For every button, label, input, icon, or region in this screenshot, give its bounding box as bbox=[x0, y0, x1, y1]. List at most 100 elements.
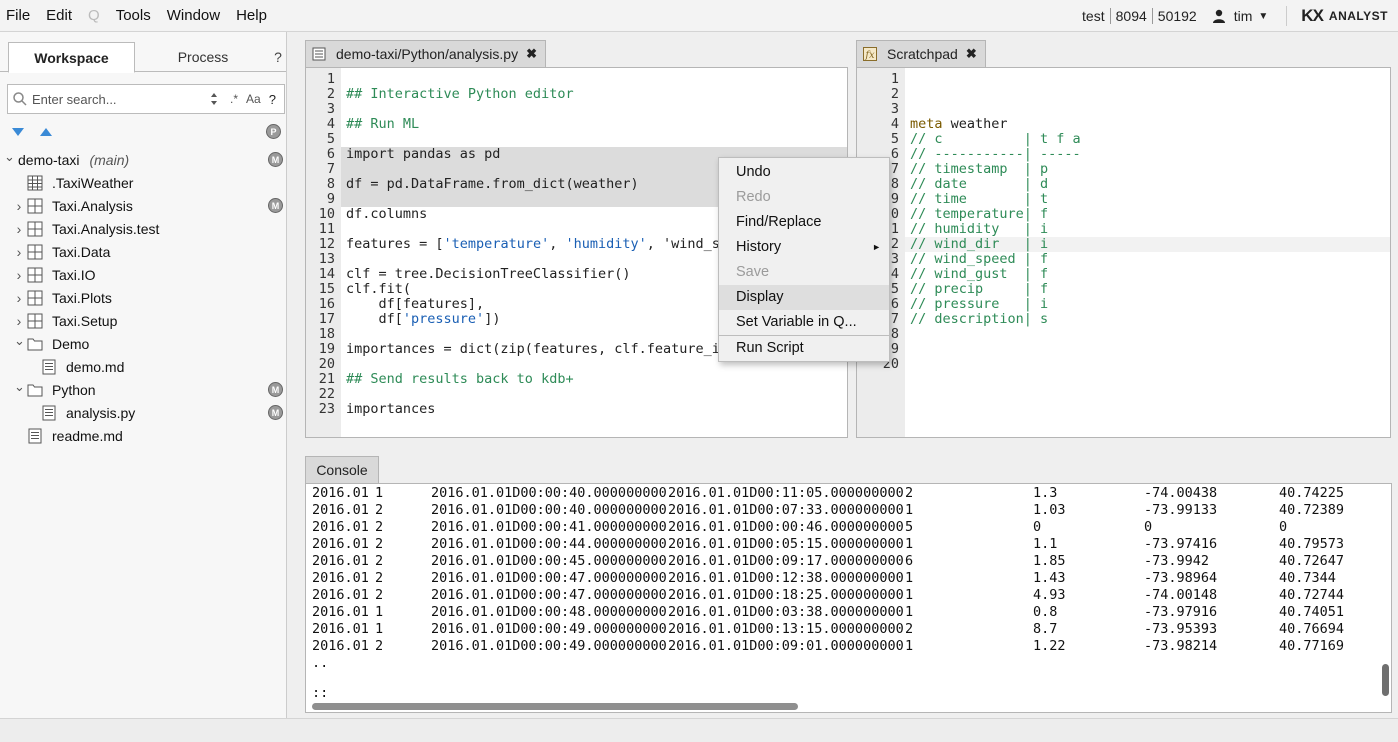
context-menu-label: Set Variable in Q... bbox=[736, 314, 857, 330]
console-cell: 40.74051 bbox=[1279, 604, 1345, 620]
module-icon bbox=[27, 221, 43, 237]
connection-port: 8094 bbox=[1111, 8, 1153, 24]
menu-edit[interactable]: Edit bbox=[38, 7, 80, 24]
tab-process[interactable]: Process bbox=[140, 42, 266, 73]
context-menu-item[interactable]: Set Variable in Q... bbox=[719, 310, 889, 335]
tree-item[interactable]: .TaxiWeather bbox=[0, 171, 287, 194]
code-editor[interactable]: 1 2 3 4 5 6 7 8 9 0 1 2 3 4 5 6 7 8 9 20 meta weather// c |… bbox=[856, 67, 1391, 438]
close-icon[interactable]: ✖ bbox=[526, 46, 537, 62]
context-menu-item[interactable]: Display bbox=[719, 285, 889, 310]
brand-logo: KX ANALYST bbox=[1286, 6, 1398, 26]
tree-item-label: Taxi.Analysis.test bbox=[52, 220, 160, 237]
console-rows: 2016.01 1 2016.01.01D00:00:40.000000000 201… bbox=[312, 485, 1379, 702]
tree-item[interactable]: ⌄ Demo bbox=[0, 332, 287, 355]
menu-bar: File Edit Q Tools Window Help test 8094 … bbox=[0, 0, 1398, 32]
tree-item-label: Python bbox=[52, 381, 96, 398]
console-cell: 2016.01.01D00:11:05.000000000 bbox=[668, 485, 904, 501]
user-menu[interactable]: tim ▼ bbox=[1202, 8, 1275, 24]
code-line: // time | t bbox=[910, 191, 1049, 207]
regex-toggle[interactable]: .* bbox=[230, 92, 238, 106]
line-number: 5 bbox=[326, 131, 335, 147]
code-content[interactable]: meta weather// c | t f a// -----------| … bbox=[910, 72, 1390, 372]
chevron-right-icon[interactable]: › bbox=[14, 244, 24, 260]
editor-tab-analysis-py[interactable]: demo-taxi/Python/analysis.py ✖ bbox=[305, 40, 546, 67]
console-cell: 1.22 bbox=[1033, 638, 1066, 654]
console-cell: 2016.01.01D00:00:49.000000000 bbox=[431, 621, 667, 637]
line-number: 6 bbox=[326, 146, 335, 162]
modified-badge: M bbox=[268, 152, 283, 167]
chevron-right-icon[interactable]: › bbox=[14, 221, 24, 237]
tree-item[interactable]: demo.md bbox=[0, 355, 287, 378]
menu-window[interactable]: Window bbox=[159, 7, 228, 24]
console-cell: 1 bbox=[905, 570, 914, 586]
chevron-down-icon[interactable]: ⌄ bbox=[14, 379, 25, 395]
menu-help[interactable]: Help bbox=[228, 7, 275, 24]
search-input[interactable] bbox=[28, 87, 210, 111]
close-icon[interactable]: ✖ bbox=[966, 46, 977, 62]
vertical-scrollbar[interactable] bbox=[1382, 664, 1389, 696]
console-cell: -73.99133 bbox=[1144, 502, 1218, 518]
tree-item[interactable]: ⌄ Python M bbox=[0, 378, 287, 401]
console-cell: 2016.01.01D00:00:40.000000000 bbox=[431, 485, 667, 501]
line-number: 23 bbox=[318, 401, 335, 417]
console-cell: 1 bbox=[375, 621, 384, 637]
tab-workspace[interactable]: Workspace bbox=[8, 42, 135, 73]
menu-q[interactable]: Q bbox=[80, 7, 108, 24]
menu-tools[interactable]: Tools bbox=[108, 7, 159, 24]
tree-item[interactable]: › Taxi.Plots bbox=[0, 286, 287, 309]
horizontal-scrollbar[interactable] bbox=[312, 703, 798, 710]
console-output[interactable]: 2016.01 1 2016.01.01D00:00:40.000000000 201… bbox=[305, 483, 1392, 713]
console-cell: 1.85 bbox=[1033, 553, 1066, 569]
svg-text:fx: fx bbox=[864, 50, 875, 61]
console-cell: 8.7 bbox=[1033, 621, 1058, 637]
console-cell: -73.97416 bbox=[1144, 536, 1218, 552]
tree-item[interactable]: › Taxi.Data bbox=[0, 240, 287, 263]
tree-item[interactable]: analysis.py M bbox=[0, 401, 287, 424]
case-toggle[interactable]: Aa bbox=[246, 92, 261, 106]
chevron-down-icon[interactable]: ⌄ bbox=[4, 149, 15, 165]
chevron-right-icon[interactable]: › bbox=[14, 198, 24, 214]
code-line: // timestamp | p bbox=[910, 161, 1049, 177]
console-cell: 2016.01.01D00:00:44.000000000 bbox=[431, 536, 667, 552]
line-gutter: 1 2 3 4 5 6 7 8 9 10 11 12 13 14 15 16 17 18 19 20 21 22 23 bbox=[306, 68, 341, 437]
tree-item[interactable]: › Taxi.Analysis.test bbox=[0, 217, 287, 240]
line-number: 17 bbox=[318, 311, 335, 327]
code-line: // date | d bbox=[910, 176, 1049, 192]
console-cell: 0 bbox=[1033, 519, 1042, 535]
context-menu-item[interactable]: Run Script bbox=[719, 336, 889, 361]
sidebar-help-button[interactable]: ? bbox=[270, 42, 286, 73]
context-menu-item[interactable]: Find/Replace bbox=[719, 210, 889, 235]
tree-item[interactable]: readme.md bbox=[0, 424, 287, 447]
tree-item-label: demo.md bbox=[66, 358, 125, 375]
search-help-button[interactable]: ? bbox=[269, 92, 276, 107]
tree-item[interactable]: › Taxi.Setup bbox=[0, 309, 287, 332]
console-cell: 40.76694 bbox=[1279, 621, 1345, 637]
chevron-right-icon[interactable]: › bbox=[14, 313, 24, 329]
sort-arrows-icon[interactable] bbox=[210, 92, 218, 106]
code-line: ## Run ML bbox=[346, 116, 420, 132]
console-cell: 1.43 bbox=[1033, 570, 1066, 586]
expand-all-icon[interactable] bbox=[40, 128, 52, 136]
console-cell: 2 bbox=[375, 638, 384, 654]
search-icon bbox=[13, 92, 27, 106]
tree-item[interactable]: › Taxi.IO bbox=[0, 263, 287, 286]
editor-tab-scratchpad[interactable]: fx Scratchpad ✖ bbox=[856, 40, 986, 67]
menu-file[interactable]: File bbox=[0, 7, 38, 24]
chevron-down-icon[interactable]: ⌄ bbox=[14, 333, 25, 349]
context-menu-item[interactable]: History ► bbox=[719, 235, 889, 260]
tree-item[interactable]: ⌄ demo-taxi (main) M bbox=[0, 148, 287, 171]
console-cell: 0.8 bbox=[1033, 604, 1058, 620]
context-menu-item[interactable]: Undo bbox=[719, 160, 889, 185]
chevron-right-icon[interactable]: › bbox=[14, 290, 24, 306]
console-cell: 2016.01.01D00:03:38.000000000 bbox=[668, 604, 904, 620]
tab-console[interactable]: Console bbox=[305, 456, 379, 483]
tree-item[interactable]: › Taxi.Analysis M bbox=[0, 194, 287, 217]
collapse-all-icon[interactable] bbox=[12, 128, 24, 136]
chevron-right-icon[interactable]: › bbox=[14, 267, 24, 283]
